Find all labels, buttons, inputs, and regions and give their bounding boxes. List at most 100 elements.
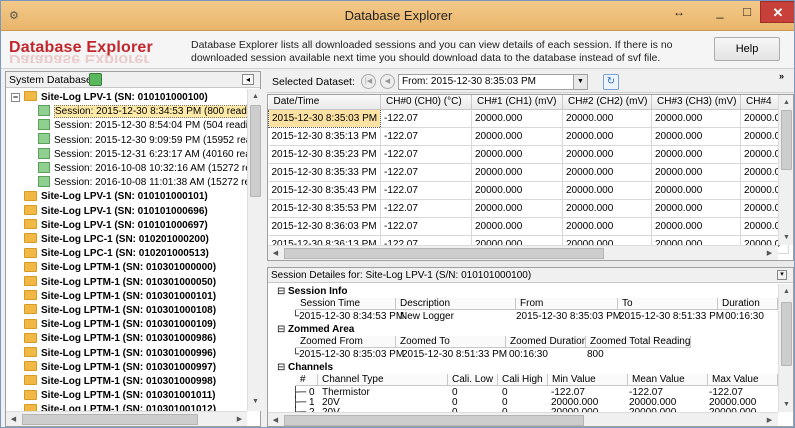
resize-icon[interactable]: ↔ bbox=[665, 1, 693, 23]
collapse-icon[interactable]: − bbox=[11, 93, 20, 102]
tree-item-session[interactable]: Session: 2015-12-31 6:23:17 AM (40160 re… bbox=[38, 147, 249, 162]
column-header[interactable]: Date/Time bbox=[268, 95, 381, 110]
table-cell[interactable]: 2015-12-30 8:36:03 PM bbox=[268, 217, 381, 236]
table-cell[interactable]: 2015-12-30 8:35:13 PM bbox=[268, 127, 381, 146]
table-cell[interactable]: 20000.000 bbox=[471, 199, 563, 218]
database-tree[interactable]: − Site-Log LPV-1 (SN: 010101000100) Sessio… bbox=[6, 89, 249, 411]
tree-item-device[interactable]: Site-Log LPTM-1 (SN: 010301001011) bbox=[24, 389, 216, 403]
table-cell[interactable]: 20000.000 bbox=[651, 181, 741, 200]
title-bar[interactable]: ⚙ Database Explorer ↔ _ □ ✕ bbox=[1, 1, 794, 31]
table-cell[interactable]: 2015-12-30 8:35:33 PM bbox=[268, 163, 381, 182]
tree-item-session[interactable]: Session: 2015-12-30 8:34:53 PM (800 read… bbox=[38, 105, 249, 119]
collapse-details-icon[interactable]: ▾ bbox=[777, 270, 787, 280]
tree-item-device[interactable]: Site-Log LPC-1 (SN: 010201000513) bbox=[24, 247, 209, 261]
tree-item-device[interactable]: Site-Log LPV-1 (SN: 010101000101) bbox=[24, 190, 208, 204]
tree-item-device[interactable]: Site-Log LPTM-1 (SN: 010301000998) bbox=[24, 375, 216, 389]
table-cell[interactable]: 20000.000 bbox=[471, 109, 563, 128]
table-row[interactable]: 2015-12-30 8:36:03 PM -122.07 20000.000 200… bbox=[268, 217, 789, 236]
tree-horizontal-scrollbar[interactable]: ◀ ▶ bbox=[6, 411, 247, 426]
readings-grid[interactable]: Date/Time CH#0 (CH0) (°C) CH#1 (CH1) (mV) C… bbox=[267, 94, 794, 261]
table-row[interactable]: 2015-12-30 8:35:33 PM -122.07 20000.000 200… bbox=[268, 163, 789, 182]
first-dataset-icon[interactable]: |◀ bbox=[361, 74, 376, 89]
table-row[interactable]: 2015-12-30 8:35:53 PM -122.07 20000.000 200… bbox=[268, 199, 789, 218]
tree-item-device[interactable]: Site-Log LPTM-1 (SN: 010301000109) bbox=[24, 318, 216, 332]
tree-item-device[interactable]: Site-Log LPTM-1 (SN: 010301000997) bbox=[24, 361, 216, 375]
scrollbar-thumb[interactable] bbox=[22, 414, 198, 425]
scrollbar-thumb[interactable] bbox=[781, 302, 792, 366]
scroll-down-arrow-icon[interactable]: ▼ bbox=[779, 397, 793, 412]
table-cell[interactable]: 20000.000 bbox=[651, 199, 741, 218]
table-cell[interactable]: 20000.000 bbox=[562, 199, 652, 218]
tree-item-device[interactable]: Site-Log LPTM-1 (SN: 010301000108) bbox=[24, 304, 216, 318]
scroll-up-arrow-icon[interactable]: ▲ bbox=[779, 284, 793, 299]
from-date-select[interactable]: From: 2015-12-30 8:35:03 PM ▼ bbox=[398, 74, 588, 90]
table-cell[interactable]: -122.07 bbox=[380, 127, 472, 146]
chevron-down-icon[interactable]: ▼ bbox=[573, 75, 587, 89]
scroll-up-arrow-icon[interactable]: ▲ bbox=[248, 89, 263, 104]
tree-item-device[interactable]: Site-Log LPTM-1 (SN: 010301000996) bbox=[24, 346, 216, 361]
tree-item-device[interactable]: Site-Log LPV-1 (SN: 010101000696) bbox=[24, 204, 208, 219]
help-button[interactable]: Help bbox=[714, 37, 780, 61]
table-cell[interactable]: -122.07 bbox=[380, 181, 472, 200]
database-refresh-icon[interactable] bbox=[89, 73, 102, 86]
table-cell[interactable]: 20000.000 bbox=[471, 181, 563, 200]
table-row[interactable]: 2015-12-30 8:35:13 PM -122.07 20000.000 200… bbox=[268, 127, 789, 146]
column-header[interactable]: CH#1 (CH1) (mV) bbox=[471, 95, 563, 110]
details-horizontal-scrollbar[interactable]: ◀ ▶ bbox=[268, 412, 778, 426]
details-vertical-scrollbar[interactable]: ▲ ▼ bbox=[778, 284, 793, 412]
scrollbar-thumb[interactable] bbox=[284, 248, 604, 259]
scroll-left-arrow-icon[interactable]: ◀ bbox=[268, 413, 283, 426]
tree-vertical-scrollbar[interactable]: ▲ ▼ bbox=[247, 89, 261, 411]
table-cell[interactable]: 20000.000 bbox=[562, 163, 652, 182]
table-cell[interactable]: 20000.000 bbox=[562, 217, 652, 236]
table-cell[interactable]: -122.07 bbox=[380, 163, 472, 182]
table-cell[interactable]: 2015-12-30 8:35:03 PM bbox=[268, 108, 381, 128]
scrollbar-thumb[interactable] bbox=[781, 110, 792, 170]
scroll-left-arrow-icon[interactable]: ◀ bbox=[268, 246, 283, 260]
column-header[interactable]: CH#2 (CH2) (mV) bbox=[562, 95, 652, 110]
tree-item-device[interactable]: Site-Log LPTM-1 (SN: 010301001012) bbox=[24, 403, 216, 411]
tree-item-device[interactable]: Site-Log LPTM-1 (SN: 010301000000) bbox=[24, 261, 216, 275]
table-cell[interactable]: 2015-12-30 8:35:23 PM bbox=[268, 145, 381, 164]
scroll-down-arrow-icon[interactable]: ▼ bbox=[248, 394, 263, 409]
table-cell[interactable]: 20000.000 bbox=[562, 109, 652, 128]
scroll-left-arrow-icon[interactable]: ◀ bbox=[6, 412, 21, 427]
table-cell[interactable]: 20000.000 bbox=[471, 127, 563, 146]
tree-item-device[interactable]: Site-Log LPTM-1 (SN: 010301000986) bbox=[24, 332, 216, 346]
scroll-right-arrow-icon[interactable]: ▶ bbox=[762, 413, 777, 426]
scroll-up-arrow-icon[interactable]: ▲ bbox=[779, 95, 793, 110]
table-cell[interactable]: 20000.000 bbox=[651, 145, 741, 164]
column-header[interactable]: CH#0 (CH0) (°C) bbox=[380, 95, 472, 110]
scrollbar-thumb[interactable] bbox=[284, 415, 584, 426]
table-cell[interactable]: 20000.000 bbox=[651, 163, 741, 182]
table-cell[interactable]: 20000.000 bbox=[651, 109, 741, 128]
table-cell[interactable]: 20000.000 bbox=[562, 145, 652, 164]
grid-vertical-scrollbar[interactable]: ▲ ▼ bbox=[778, 95, 793, 245]
tree-item-session[interactable]: Session: 2015-12-30 8:54:04 PM (504 read… bbox=[38, 119, 249, 133]
table-cell[interactable]: 2015-12-30 8:35:43 PM bbox=[268, 181, 381, 200]
table-row[interactable]: 2015-12-30 8:35:03 PM -122.07 20000.000 200… bbox=[268, 108, 789, 128]
table-row[interactable]: 2015-12-30 8:35:23 PM -122.07 20000.000 200… bbox=[268, 145, 789, 164]
tree-item-device[interactable]: Site-Log LPV-1 (SN: 010101000697) bbox=[24, 219, 208, 233]
tree-item-session[interactable]: Session: 2016-10-08 10:32:16 AM (15272 r… bbox=[38, 161, 249, 176]
table-cell[interactable]: 20000.000 bbox=[562, 127, 652, 146]
maximize-button[interactable]: □ bbox=[734, 1, 760, 23]
tree-item-device[interactable]: − Site-Log LPV-1 (SN: 010101000100) bbox=[11, 91, 208, 105]
tree-item-session[interactable]: Session: 2016-10-08 11:01:38 AM (15272 r… bbox=[38, 176, 249, 190]
grid-horizontal-scrollbar[interactable]: ◀ ▶ bbox=[268, 245, 778, 260]
tree-item-device[interactable]: Site-Log LPC-1 (SN: 010201000200) bbox=[24, 233, 209, 247]
tree-item-session[interactable]: Session: 2015-12-30 9:09:59 PM (15952 re… bbox=[38, 133, 249, 148]
table-row[interactable]: 2015-12-30 8:35:43 PM -122.07 20000.000 200… bbox=[268, 181, 789, 200]
tree-item-device[interactable]: Site-Log LPTM-1 (SN: 010301000050) bbox=[24, 275, 216, 290]
table-cell[interactable]: -122.07 bbox=[380, 145, 472, 164]
table-cell[interactable]: -122.07 bbox=[380, 109, 472, 128]
table-cell[interactable]: -122.07 bbox=[380, 199, 472, 218]
close-button[interactable]: ✕ bbox=[760, 1, 794, 23]
table-cell[interactable]: 20000.000 bbox=[651, 127, 741, 146]
column-header[interactable]: CH#3 (CH3) (mV) bbox=[651, 95, 741, 110]
scroll-right-arrow-icon[interactable]: ▶ bbox=[232, 412, 247, 427]
collapse-panel-icon[interactable]: ◂ bbox=[242, 74, 254, 85]
previous-dataset-icon[interactable]: ◀ bbox=[380, 74, 395, 89]
table-cell[interactable]: 20000.000 bbox=[471, 145, 563, 164]
tree-item-device[interactable]: Site-Log LPTM-1 (SN: 010301000101) bbox=[24, 290, 216, 304]
